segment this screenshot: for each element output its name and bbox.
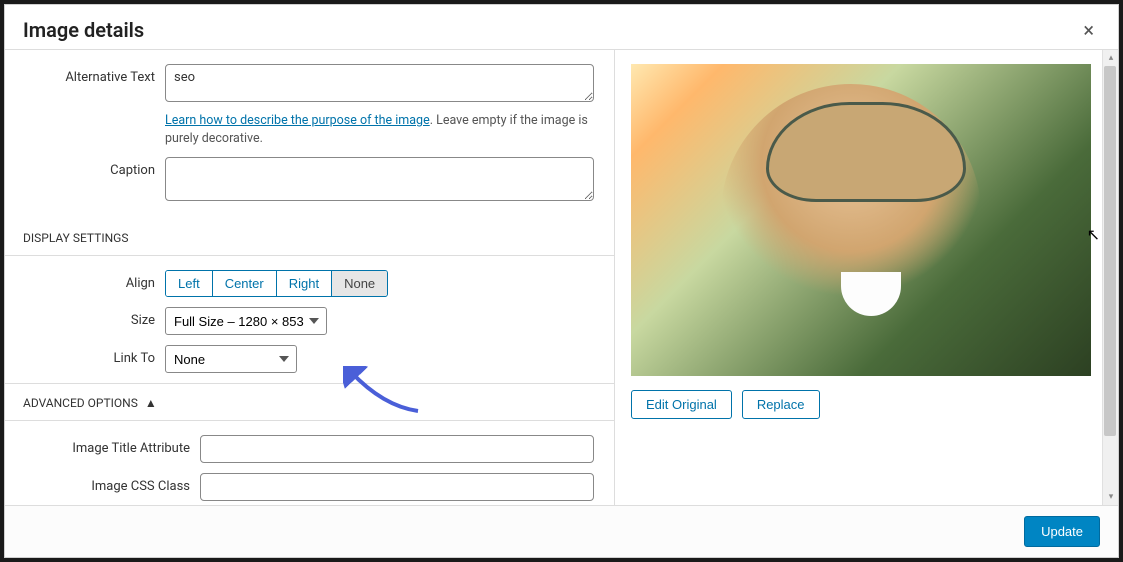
preview-actions: Edit Original Replace xyxy=(631,390,1102,419)
size-row: Size Full Size – 1280 × 853 xyxy=(5,307,614,335)
image-details-modal: Image details × Alternative Text seo Lea… xyxy=(4,4,1119,558)
size-select[interactable]: Full Size – 1280 × 853 xyxy=(165,307,327,335)
advanced-options-header[interactable]: ADVANCED OPTIONS ▲ xyxy=(5,383,614,421)
align-label: Align xyxy=(5,270,165,291)
alt-text-help-link[interactable]: Learn how to describe the purpose of the… xyxy=(165,113,430,128)
caption-row: Caption xyxy=(5,157,614,205)
align-button-group: Left Center Right None xyxy=(165,270,388,297)
modal-footer: Update xyxy=(5,506,1118,557)
align-none-button[interactable]: None xyxy=(332,271,387,296)
scroll-down-icon[interactable]: ▾ xyxy=(1103,489,1118,505)
align-row: Align Left Center Right None xyxy=(5,270,614,297)
scroll-up-icon[interactable]: ▴ xyxy=(1103,50,1118,66)
alt-text-input[interactable]: seo xyxy=(165,64,594,102)
link-to-select[interactable]: None xyxy=(165,345,297,373)
alt-text-label: Alternative Text xyxy=(5,64,165,85)
cup-shape xyxy=(841,272,901,316)
size-label: Size xyxy=(5,307,165,328)
css-class-label: Image CSS Class xyxy=(5,473,200,494)
image-preview xyxy=(631,64,1091,376)
caption-input[interactable] xyxy=(165,157,594,201)
scrollbar[interactable]: ▴ ▾ xyxy=(1102,50,1118,505)
link-to-row: Link To None xyxy=(5,345,614,373)
modal-header: Image details × xyxy=(5,5,1118,49)
css-class-input[interactable] xyxy=(200,473,594,501)
caption-label: Caption xyxy=(5,157,165,178)
scrollbar-thumb[interactable] xyxy=(1104,66,1116,436)
update-button[interactable]: Update xyxy=(1024,516,1100,547)
modal-body: Alternative Text seo Learn how to descri… xyxy=(5,49,1118,506)
replace-button[interactable]: Replace xyxy=(742,390,820,419)
align-left-button[interactable]: Left xyxy=(166,271,213,296)
advanced-options-label: ADVANCED OPTIONS xyxy=(23,396,138,410)
preview-panel: Edit Original Replace ▴ ▾ xyxy=(615,50,1118,505)
align-center-button[interactable]: Center xyxy=(213,271,277,296)
settings-panel: Alternative Text seo Learn how to descri… xyxy=(5,50,615,505)
alt-text-help: Learn how to describe the purpose of the… xyxy=(165,112,594,147)
caret-up-icon: ▲ xyxy=(145,396,157,410)
display-settings-header: DISPLAY SETTINGS xyxy=(5,219,614,256)
hat-shape xyxy=(766,102,966,202)
align-right-button[interactable]: Right xyxy=(277,271,332,296)
css-class-row: Image CSS Class xyxy=(5,473,614,501)
close-icon[interactable]: × xyxy=(1077,16,1100,44)
title-attr-input[interactable] xyxy=(200,435,594,463)
alt-text-row: Alternative Text seo Learn how to descri… xyxy=(5,64,614,147)
link-to-label: Link To xyxy=(5,345,165,366)
title-attr-label: Image Title Attribute xyxy=(5,435,200,456)
edit-original-button[interactable]: Edit Original xyxy=(631,390,732,419)
title-attr-row: Image Title Attribute xyxy=(5,435,614,463)
modal-title: Image details xyxy=(23,18,144,42)
